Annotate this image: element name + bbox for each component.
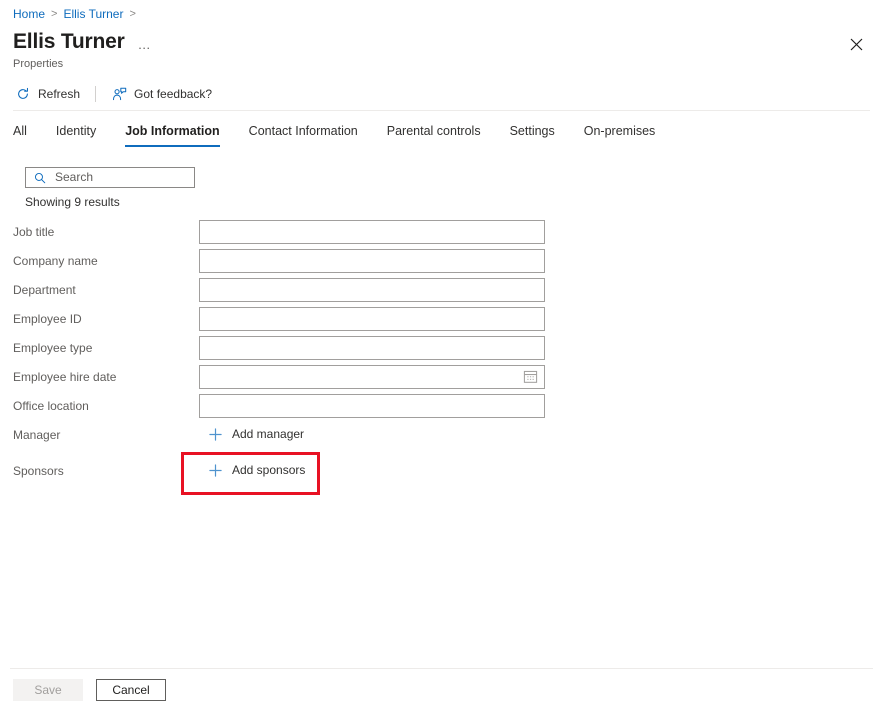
feedback-person-icon <box>111 86 127 102</box>
command-bar-separator <box>95 86 96 102</box>
employee-type-input[interactable] <box>199 336 545 360</box>
footer-divider <box>10 668 873 669</box>
search-input[interactable] <box>49 169 214 186</box>
field-row-manager: Manager Add manager <box>0 423 560 459</box>
add-sponsors-button[interactable]: Add sponsors <box>199 459 309 481</box>
field-control-employee-id <box>199 307 545 331</box>
company-name-input[interactable] <box>199 249 545 273</box>
got-feedback-label: Got feedback? <box>134 87 212 101</box>
employee-id-input[interactable] <box>199 307 545 331</box>
page-subtitle: Properties <box>13 57 63 71</box>
field-control-employee-type <box>199 336 545 360</box>
field-label-employee-hire-date: Employee hire date <box>13 369 116 385</box>
command-bar: Refresh Got feedback? <box>13 82 214 106</box>
field-row-sponsors: Sponsors Add sponsors <box>0 459 560 495</box>
field-label-job-title: Job title <box>13 224 54 240</box>
refresh-label: Refresh <box>38 87 80 101</box>
field-row-department: Department <box>0 278 560 307</box>
command-bar-divider <box>13 110 870 111</box>
more-options-icon[interactable]: … <box>138 38 152 51</box>
breadcrumb-separator-icon: > <box>129 6 135 22</box>
field-control-department <box>199 278 545 302</box>
plus-icon <box>207 426 223 442</box>
field-row-employee-id: Employee ID <box>0 307 560 336</box>
field-row-job-title: Job title <box>0 220 560 249</box>
field-row-employee-hire-date: Employee hire date <box>0 365 560 394</box>
breadcrumb-item-ellis-turner[interactable]: Ellis Turner <box>63 6 123 22</box>
field-control-job-title <box>199 220 545 244</box>
field-label-company-name: Company name <box>13 253 98 269</box>
tab-job-information[interactable]: Job Information <box>125 122 219 147</box>
field-label-office-location: Office location <box>13 398 89 414</box>
breadcrumb-separator-icon: > <box>51 6 57 22</box>
employee-hire-date-input[interactable] <box>199 365 545 389</box>
page-title: Ellis Turner <box>13 29 125 54</box>
add-manager-button[interactable]: Add manager <box>199 423 308 445</box>
field-control-manager: Add manager <box>199 423 545 446</box>
field-label-employee-id: Employee ID <box>13 311 82 327</box>
job-information-form: Job title Company name Department Employ… <box>0 220 560 495</box>
save-button[interactable]: Save <box>13 679 83 701</box>
close-icon <box>850 38 863 51</box>
breadcrumb-item-home[interactable]: Home <box>13 6 45 22</box>
breadcrumb: Home > Ellis Turner > <box>13 6 142 22</box>
add-sponsors-label: Add sponsors <box>232 463 305 477</box>
cancel-button[interactable]: Cancel <box>96 679 166 701</box>
tab-identity[interactable]: Identity <box>56 122 96 147</box>
add-manager-label: Add manager <box>232 427 304 441</box>
search-icon <box>31 172 49 184</box>
tab-settings[interactable]: Settings <box>510 122 555 147</box>
department-input[interactable] <box>199 278 545 302</box>
results-count: Showing 9 results <box>25 194 120 210</box>
plus-icon <box>207 462 223 478</box>
search-box[interactable] <box>25 167 195 188</box>
field-control-company-name <box>199 249 545 273</box>
office-location-input[interactable] <box>199 394 545 418</box>
refresh-button[interactable]: Refresh <box>13 82 82 106</box>
field-control-office-location <box>199 394 545 418</box>
page-title-row: Ellis Turner … <box>13 29 152 54</box>
tab-all[interactable]: All <box>13 122 27 147</box>
field-control-employee-hire-date <box>199 365 545 389</box>
field-label-employee-type: Employee type <box>13 340 92 356</box>
field-label-department: Department <box>13 282 76 298</box>
got-feedback-button[interactable]: Got feedback? <box>109 82 214 106</box>
tab-parental-controls[interactable]: Parental controls <box>387 122 481 147</box>
field-row-office-location: Office location <box>0 394 560 423</box>
field-label-sponsors: Sponsors <box>13 463 64 479</box>
tab-contact-information[interactable]: Contact Information <box>249 122 358 147</box>
field-row-company-name: Company name <box>0 249 560 278</box>
job-title-input[interactable] <box>199 220 545 244</box>
field-control-sponsors: Add sponsors <box>199 459 545 482</box>
tab-on-premises[interactable]: On-premises <box>584 122 656 147</box>
refresh-icon <box>15 86 31 102</box>
footer-actions: Save Cancel <box>13 679 166 701</box>
tab-bar: All Identity Job Information Contact Inf… <box>13 122 684 148</box>
close-button[interactable] <box>842 30 870 58</box>
field-label-manager: Manager <box>13 427 60 443</box>
field-row-employee-type: Employee type <box>0 336 560 365</box>
